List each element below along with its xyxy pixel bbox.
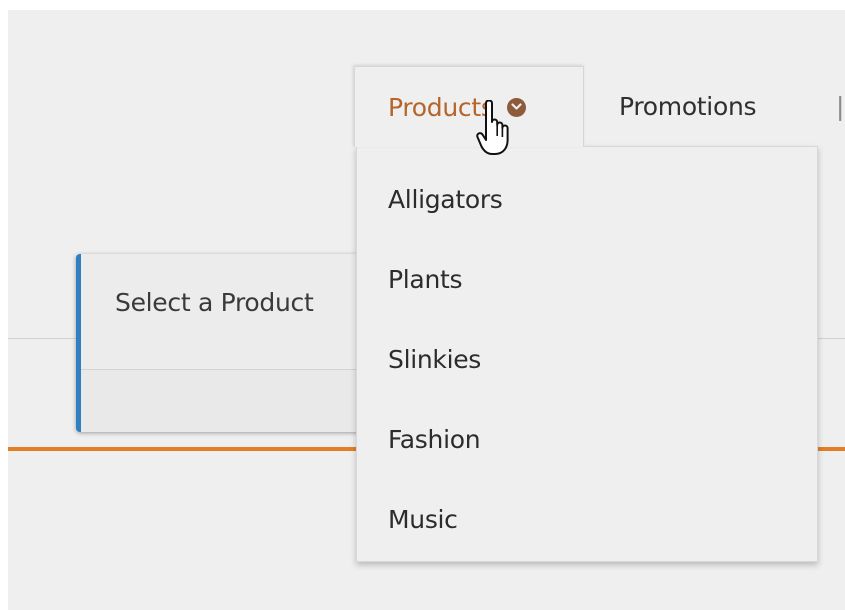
menu-item-music[interactable]: Music — [357, 479, 817, 559]
products-dropdown-menu: Alligators Plants Slinkies Fashion Music — [356, 146, 818, 562]
card-header: Select a Product — [81, 254, 376, 370]
tab-promotions[interactable]: Promotions — [584, 66, 814, 147]
card-footer — [81, 370, 376, 432]
menu-item-alligators[interactable]: Alligators — [357, 159, 817, 239]
menu-item-plants[interactable]: Plants — [357, 239, 817, 319]
hand-pointer-icon — [476, 100, 509, 155]
menu-item-slinkies[interactable]: Slinkies — [357, 319, 817, 399]
tab-products[interactable]: Products — [354, 66, 584, 147]
nav-tab-bar: Products Promotions — [354, 66, 814, 147]
product-card: Select a Product — [76, 254, 376, 432]
card-title: Select a Product — [115, 288, 314, 317]
menu-item-fashion[interactable]: Fashion — [357, 399, 817, 479]
tab-promotions-label: Promotions — [619, 92, 757, 121]
next-tab-edge[interactable]: | — [836, 92, 845, 126]
